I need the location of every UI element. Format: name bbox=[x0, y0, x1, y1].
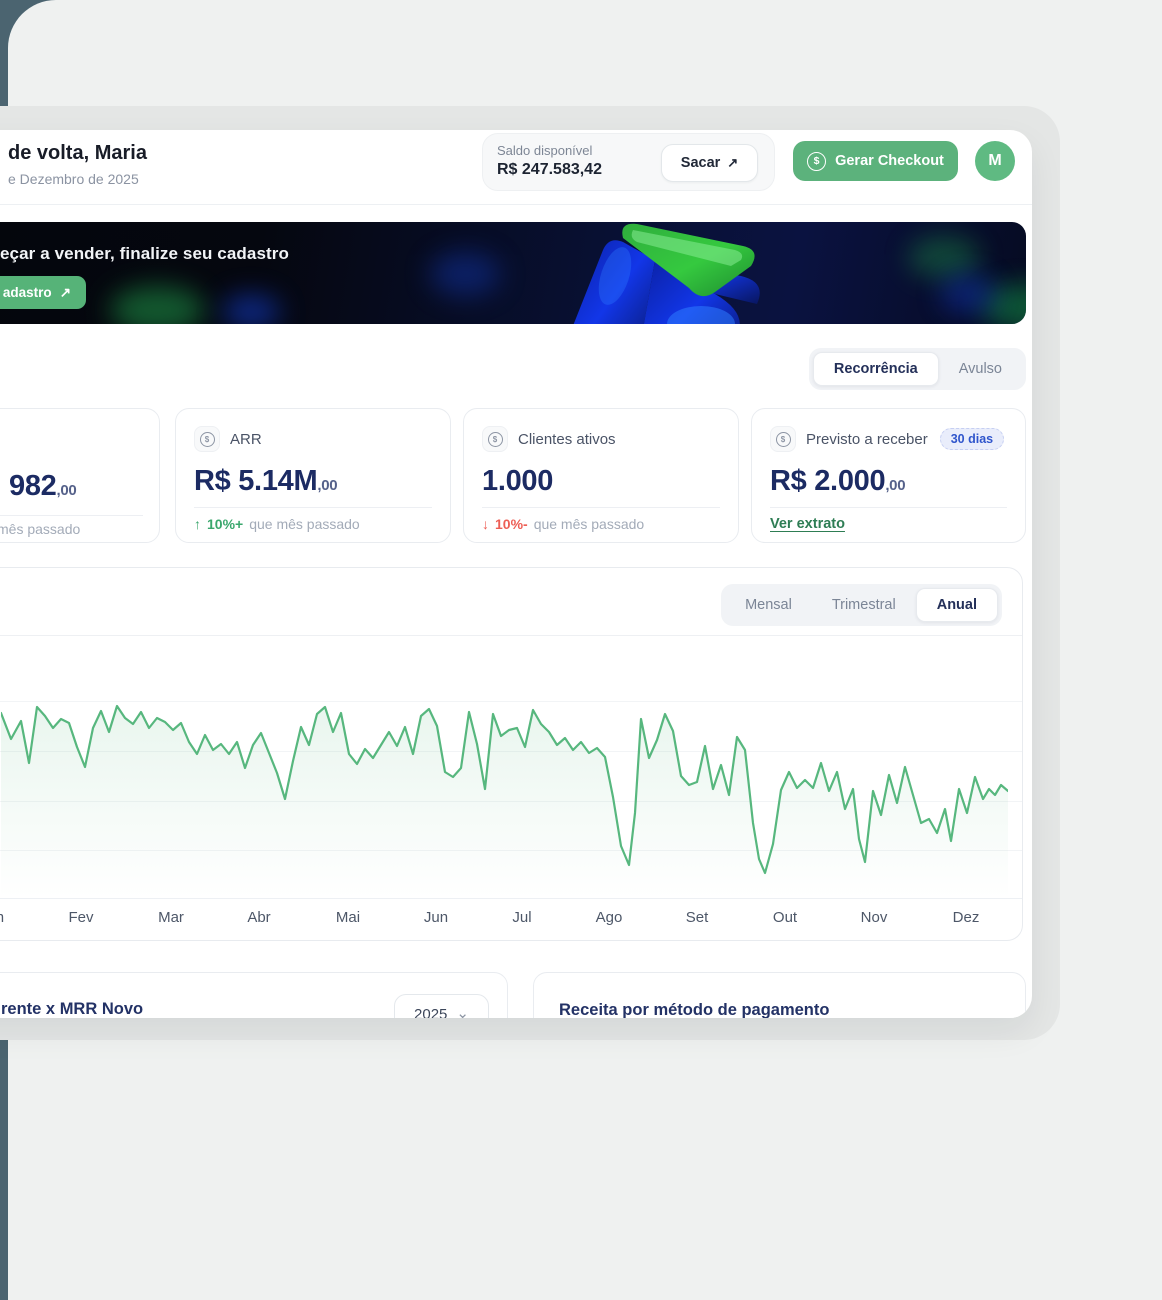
chart-x-axis-line bbox=[0, 898, 1022, 899]
stat-value: R$ 5.14M,00 bbox=[194, 465, 432, 498]
month-label: Nov bbox=[861, 909, 888, 926]
dollar-coin-icon: $ bbox=[482, 426, 508, 452]
window-content: de volta, Maria e Dezembro de 2025 Saldo… bbox=[0, 130, 1026, 1018]
year-select[interactable]: 2025 ⌄ bbox=[394, 994, 489, 1018]
chart-area-fill bbox=[1, 706, 1008, 898]
month-label: Out bbox=[773, 909, 797, 926]
stat-title: ARR bbox=[230, 431, 262, 448]
external-arrow-icon: ↗ bbox=[727, 155, 738, 171]
app-window: de volta, Maria e Dezembro de 2025 Saldo… bbox=[0, 130, 1032, 1018]
card-title: rente x MRR Novo bbox=[1, 1000, 143, 1018]
stat-card-clientes-ativos: $ Clientes ativos 1.000 ↓ 10%- que mês p… bbox=[463, 408, 739, 543]
page-title: de volta, Maria bbox=[8, 142, 147, 165]
month-label: Mai bbox=[336, 909, 360, 926]
month-label: Jan bbox=[0, 909, 4, 926]
revenue-chart-card: Mensal Trimestral Anual JanFevMarAbrMaiJ… bbox=[0, 567, 1023, 941]
mrr-comparison-card: rente x MRR Novo 2025 ⌄ bbox=[0, 972, 508, 1018]
month-label: Fev bbox=[68, 909, 93, 926]
trend-up-icon: ↑ bbox=[194, 516, 201, 532]
stat-change: mês passado bbox=[0, 521, 80, 537]
finish-signup-button[interactable]: adastro ↗ bbox=[0, 276, 86, 309]
avatar[interactable]: M bbox=[975, 141, 1015, 181]
revenue-line-chart bbox=[1, 635, 1008, 898]
stat-value: 982,00 bbox=[9, 470, 76, 503]
balance-widget: Saldo disponível R$ 247.583,42 Sacar ↗ bbox=[482, 133, 775, 191]
trend-down-icon: ↓ bbox=[482, 516, 489, 532]
external-arrow-icon: ↗ bbox=[60, 285, 71, 301]
tab-avulso[interactable]: Avulso bbox=[939, 353, 1022, 385]
date-subtitle: e Dezembro de 2025 bbox=[8, 171, 139, 187]
divider bbox=[194, 507, 432, 508]
bokeh-blue bbox=[222, 294, 280, 324]
stat-card-arr: $ ARR R$ 5.14M,00 ↑ 10%+ que mês passado bbox=[175, 408, 451, 543]
chevron-down-icon: ⌄ bbox=[456, 1010, 469, 1018]
chart-month-labels: Jan Fev Mar Abr Mai Jun Jul Ago Set Out Nov Dez bbox=[1, 909, 1008, 931]
dollar-coin-icon: $ bbox=[807, 152, 826, 171]
divider bbox=[482, 507, 720, 508]
dollar-coin-icon: $ bbox=[770, 426, 796, 452]
card-title: Receita por método de pagamento bbox=[559, 1001, 829, 1018]
stat-card-mrr: 982,00 mês passado bbox=[0, 408, 160, 543]
stat-value: R$ 2.000,00 bbox=[770, 465, 1007, 498]
payment-method-revenue-card: Receita por método de pagamento bbox=[533, 972, 1026, 1018]
stat-change: ↑ 10%+ que mês passado bbox=[194, 516, 432, 532]
month-label: Dez bbox=[953, 909, 980, 926]
stat-change: ↓ 10%- que mês passado bbox=[482, 516, 720, 532]
view-statement-link[interactable]: Ver extrato bbox=[770, 516, 845, 532]
stat-card-previsto-a-receber: $ Previsto a receber 30 dias R$ 2.000,00… bbox=[751, 408, 1026, 543]
bokeh-green bbox=[110, 286, 205, 324]
bokeh-blue bbox=[430, 252, 500, 296]
banner-title: eçar a vender, finalize seu cadastro bbox=[0, 244, 289, 264]
tab-mensal[interactable]: Mensal bbox=[725, 589, 812, 621]
tab-recorrencia[interactable]: Recorrência bbox=[813, 352, 939, 386]
days-badge: 30 dias bbox=[940, 428, 1004, 450]
stat-title: Previsto a receber bbox=[806, 431, 928, 448]
divider bbox=[770, 507, 1007, 508]
stat-value: 1.000 bbox=[482, 465, 720, 498]
pluggy-logo-3d bbox=[505, 222, 975, 324]
generate-checkout-button[interactable]: $ Gerar Checkout bbox=[793, 141, 958, 181]
dollar-coin-icon: $ bbox=[194, 426, 220, 452]
tab-anual[interactable]: Anual bbox=[916, 588, 998, 622]
month-label: Jul bbox=[512, 909, 531, 926]
stat-title: Clientes ativos bbox=[518, 431, 616, 448]
month-label: Set bbox=[686, 909, 709, 926]
month-label: Jun bbox=[424, 909, 448, 926]
onboarding-banner: eçar a vender, finalize seu cadastro ada… bbox=[0, 222, 1026, 324]
withdraw-button[interactable]: Sacar ↗ bbox=[661, 144, 758, 182]
divider bbox=[0, 515, 143, 516]
billing-type-tabs: Recorrência Avulso bbox=[809, 348, 1026, 390]
chart-granularity-tabs: Mensal Trimestral Anual bbox=[721, 584, 1002, 626]
header-divider bbox=[0, 204, 1032, 205]
tab-trimestral[interactable]: Trimestral bbox=[812, 589, 916, 621]
month-label: Abr bbox=[247, 909, 270, 926]
month-label: Mar bbox=[158, 909, 184, 926]
month-label: Ago bbox=[596, 909, 623, 926]
